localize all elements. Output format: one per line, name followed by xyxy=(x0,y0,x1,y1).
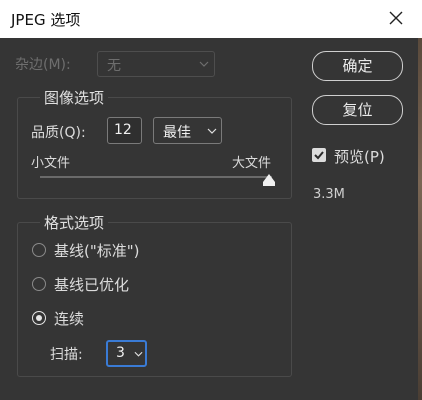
reset-button[interactable]: 复位 xyxy=(312,95,403,125)
title-bar: JPEG 选项 xyxy=(0,0,422,38)
radio-progressive[interactable] xyxy=(32,311,46,325)
chevron-down-icon xyxy=(199,61,209,67)
ok-button[interactable]: 确定 xyxy=(312,51,403,81)
matte-label: 杂边(M): xyxy=(15,57,71,73)
matte-value: 无 xyxy=(107,58,121,74)
image-options-group xyxy=(17,97,292,199)
quality-slider-thumb[interactable] xyxy=(263,174,275,182)
quality-value: 12 xyxy=(114,122,132,138)
chevron-down-icon xyxy=(207,128,217,134)
radio-baseline-standard[interactable] xyxy=(32,243,46,257)
matte-select[interactable]: 无 xyxy=(97,51,215,77)
radio-baseline-standard-label[interactable]: 基线("标准") xyxy=(54,240,140,261)
radio-progressive-label[interactable]: 连续 xyxy=(54,308,84,329)
quality-slider-track[interactable] xyxy=(40,176,272,178)
background-image-edge xyxy=(418,38,422,400)
format-options-title: 格式选项 xyxy=(40,212,109,233)
quality-preset-select[interactable]: 最佳 xyxy=(153,117,222,144)
quality-input[interactable]: 12 xyxy=(107,117,142,144)
scans-label: 扫描: xyxy=(50,347,83,363)
small-file-label: 小文件 xyxy=(31,156,71,171)
quality-preset-value: 最佳 xyxy=(163,125,191,141)
scans-value: 3 xyxy=(116,345,125,361)
radio-baseline-optimized[interactable] xyxy=(32,277,46,291)
preview-label[interactable]: 预览(P) xyxy=(334,146,385,167)
window-title: JPEG 选项 xyxy=(11,11,81,29)
quality-label: 品质(Q): xyxy=(31,125,86,141)
image-options-title: 图像选项 xyxy=(40,87,109,108)
checkmark-icon xyxy=(314,151,324,160)
radio-baseline-optimized-label[interactable]: 基线已优化 xyxy=(54,274,129,295)
quality-slider-thumb-base[interactable] xyxy=(263,182,275,186)
close-icon[interactable] xyxy=(386,8,406,28)
chevron-down-icon xyxy=(134,351,143,357)
large-file-label: 大文件 xyxy=(232,156,272,171)
file-size: 3.3M xyxy=(313,187,345,202)
scans-select[interactable]: 3 xyxy=(106,340,147,367)
preview-checkbox[interactable] xyxy=(312,148,326,162)
